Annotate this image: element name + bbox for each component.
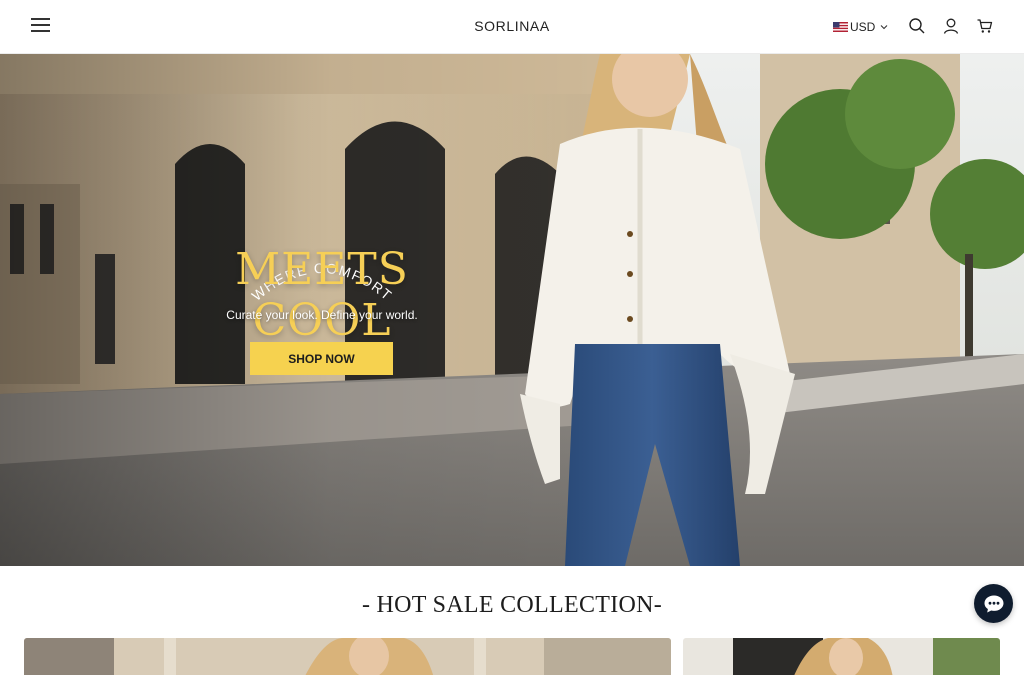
product-image (24, 638, 671, 675)
chat-button[interactable] (974, 584, 1013, 623)
us-flag-icon (833, 22, 848, 32)
hero-banner[interactable]: WHERE COMFORT MEETS COOL Curate your loo… (0, 54, 1024, 566)
menu-icon[interactable] (31, 17, 50, 33)
brand-logo[interactable]: SORLINAA (474, 18, 550, 34)
hero-title: MEETS COOL (235, 244, 409, 346)
search-icon[interactable] (908, 17, 926, 35)
currency-label: USD (850, 20, 876, 34)
chat-icon (984, 595, 1003, 612)
cart-icon[interactable] (976, 17, 994, 35)
shop-now-button[interactable]: SHOP NOW (250, 342, 393, 375)
product-card[interactable] (24, 638, 671, 675)
section-title: - HOT SALE COLLECTION- (361, 592, 663, 618)
hero-image (0, 54, 1024, 566)
chevron-down-icon (880, 25, 888, 30)
product-card[interactable] (683, 638, 1000, 675)
hero-subtitle: Curate your look. Define your world. (226, 308, 418, 322)
product-image (683, 638, 1000, 675)
site-header: SORLINAA USD (0, 0, 1024, 54)
currency-selector[interactable]: USD (833, 19, 888, 35)
account-icon[interactable] (942, 17, 960, 35)
